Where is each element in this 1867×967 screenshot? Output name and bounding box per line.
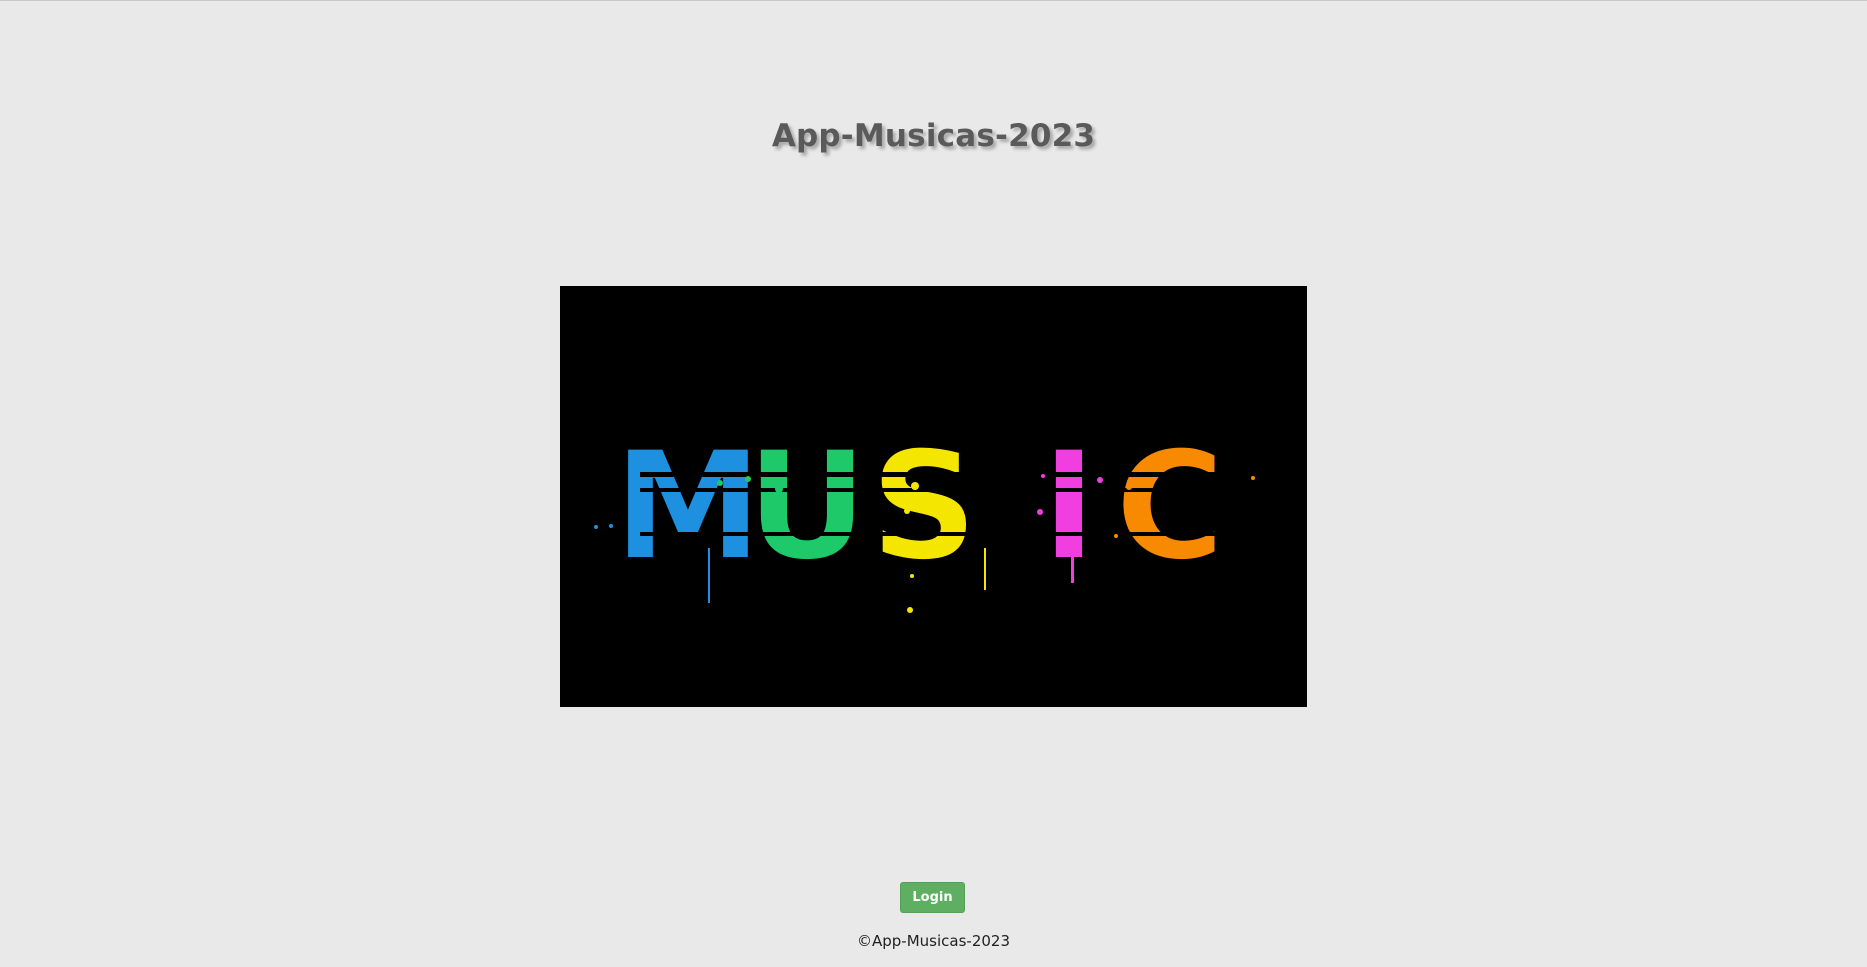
login-button[interactable]: Login (900, 882, 965, 913)
banner-letter-m: M (613, 420, 762, 594)
footer-copyright: ©App-Musicas-2023 (857, 932, 1010, 950)
banner-letter-c: C (1115, 420, 1225, 594)
music-banner-image: M U S I C (560, 286, 1307, 707)
banner-letter-i: I (1041, 420, 1097, 594)
banner-letter-s: S (870, 420, 978, 594)
page-title: App-Musicas-2023 (771, 117, 1096, 154)
banner-letter-u: U (746, 420, 868, 594)
